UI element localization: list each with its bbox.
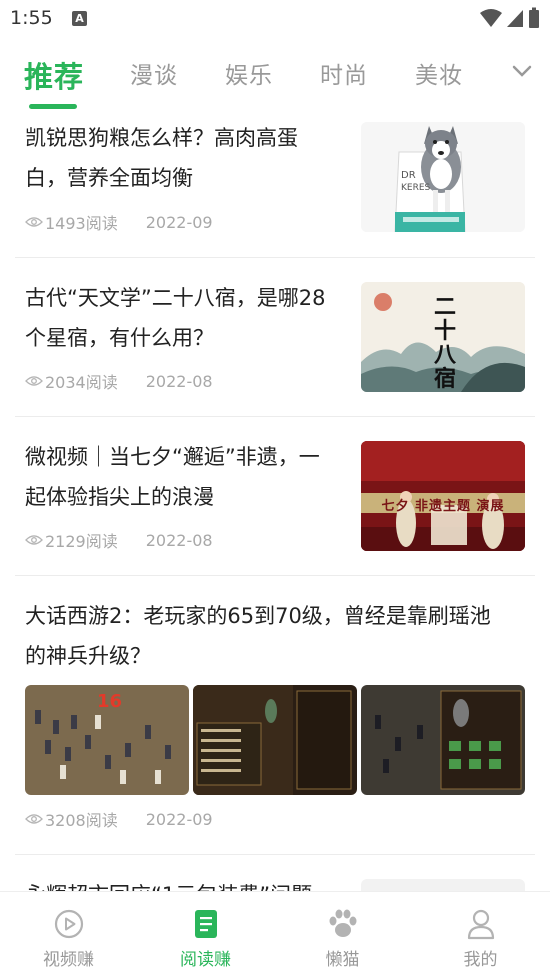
article-item[interactable]: 凯锐思狗粮怎么样？高肉高蛋 白，营养全面均衡 1493阅读 2022-09 DR… (15, 116, 535, 258)
nav-video-earn[interactable]: 视频赚 (0, 892, 137, 979)
bottom-nav: 视频赚 阅读赚 懒猫 我的 (0, 891, 550, 979)
read-count: 2129阅读 (45, 532, 118, 551)
article-title: 大话西游2：老玩家的65到70级，曾经是靠刷瑶池 的神兵升级？ (25, 604, 491, 668)
article-meta: 2129阅读 2022-08 (25, 528, 213, 552)
read-count: 3208阅读 (45, 811, 118, 830)
article-meta: 3208阅读 2022-09 (25, 807, 213, 831)
article-meta: 2034阅读 2022-08 (25, 369, 213, 393)
eye-icon (25, 814, 43, 824)
tab-fashion[interactable]: 时尚 (320, 56, 368, 90)
article-feed: 凯锐思狗粮怎么样？高肉高蛋 白，营养全面均衡 1493阅读 2022-09 DR… (0, 116, 550, 891)
article-title: 古代“天文学”二十八宿，是哪28 个星宿，有什么用？ (25, 286, 326, 350)
nav-lazy-cat[interactable]: 懒猫 (274, 892, 411, 979)
article-item[interactable]: 永辉超市回应“1元包装费”问题 (15, 855, 535, 891)
tab-chat[interactable]: 漫谈 (130, 56, 178, 90)
article-item[interactable]: 大话西游2：老玩家的65到70级，曾经是靠刷瑶池 的神兵升级？ 16 3208阅… (15, 576, 535, 855)
paw-icon (329, 909, 356, 937)
category-tabs: 推荐 漫谈 娱乐 时尚 美妆 (0, 44, 550, 116)
nav-read-earn[interactable]: 阅读赚 (137, 892, 274, 979)
article-thumbnail (193, 685, 357, 795)
wifi-icon (480, 9, 502, 27)
article-meta: 1493阅读 2022-09 (25, 210, 213, 234)
nav-label: 我的 (463, 950, 498, 970)
article-thumbnail: 16 (25, 685, 189, 795)
article-thumbnail: 七夕 非遗主题 演展 (361, 441, 525, 551)
read-count: 1493阅读 (45, 214, 118, 233)
svg-text:DR: DR (401, 170, 416, 181)
article-title: 永辉超市回应“1元包装费”问题 (25, 875, 312, 891)
tab-entertainment[interactable]: 娱乐 (225, 56, 273, 90)
signal-icon (507, 10, 523, 27)
tab-beauty[interactable]: 美妆 (415, 56, 463, 90)
article-thumbnail (361, 879, 525, 891)
game-damage-number: 16 (97, 691, 123, 712)
article-item[interactable]: 古代“天文学”二十八宿，是哪28 个星宿，有什么用？ 2034阅读 2022-0… (15, 258, 535, 417)
article-thumbnail: 二十八宿 (361, 282, 525, 392)
nav-label: 阅读赚 (180, 950, 231, 970)
document-icon (194, 910, 217, 938)
eye-icon (25, 535, 43, 545)
status-time: 1:55 (10, 7, 53, 29)
article-title: 微视频｜当七夕“邂逅”非遗，一 起体验指尖上的浪漫 (25, 445, 320, 509)
article-item[interactable]: 微视频｜当七夕“邂逅”非遗，一 起体验指尖上的浪漫 2129阅读 2022-08 (15, 417, 535, 576)
thumbnail-banner: 七夕 非遗主题 演展 (381, 499, 505, 514)
nav-label: 视频赚 (43, 950, 94, 970)
dog-food-package-icon: DR KERES (361, 122, 525, 232)
battery-icon (529, 7, 539, 28)
tab-recommend[interactable]: 推荐 (24, 54, 84, 96)
svg-text:KERES: KERES (401, 183, 431, 193)
publish-date: 2022-08 (145, 371, 213, 391)
active-tab-indicator (29, 104, 77, 109)
article-thumbnail (361, 685, 525, 795)
publish-date: 2022-09 (145, 809, 213, 829)
person-icon (467, 909, 494, 940)
play-circle-icon (54, 909, 83, 939)
eye-icon (25, 217, 43, 227)
status-bar: 1:55 A (0, 0, 550, 38)
article-thumbnail: DR KERES (361, 122, 525, 232)
publish-date: 2022-08 (145, 530, 213, 550)
article-title: 凯锐思狗粮怎么样？高肉高蛋 白，营养全面均衡 (25, 126, 298, 190)
read-count: 2034阅读 (45, 373, 118, 392)
eye-icon (25, 376, 43, 386)
nav-label: 懒猫 (325, 950, 360, 970)
nav-mine[interactable]: 我的 (411, 892, 550, 979)
publish-date: 2022-09 (145, 212, 213, 232)
thumbnail-caption: 二十八宿 (433, 295, 456, 392)
chevron-down-icon[interactable] (512, 64, 532, 78)
notification-icon: A (72, 11, 87, 26)
